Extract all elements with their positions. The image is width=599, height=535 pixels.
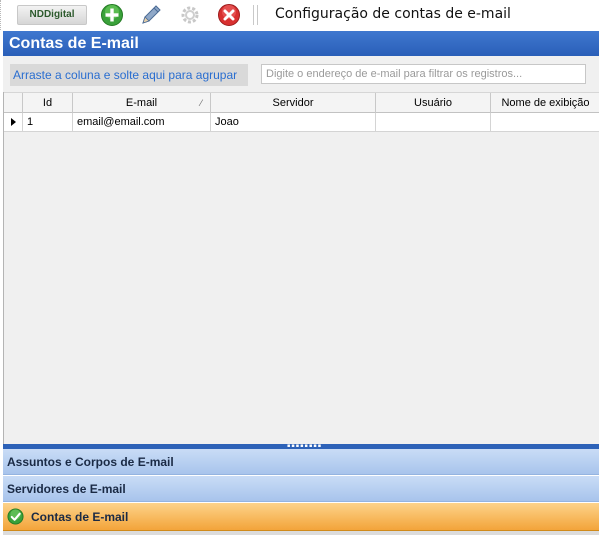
grid-header: Id E-mail ⁄ Servidor Usuário Nome de exi… <box>4 92 599 113</box>
column-header-servidor[interactable]: Servidor <box>211 93 376 113</box>
add-button[interactable] <box>100 3 124 27</box>
column-header-id[interactable]: Id <box>23 93 73 113</box>
splitter-grip-icon: ▪▪▪▪▪▪▪▪ <box>287 443 323 449</box>
group-filter-bar: Arraste a coluna e solte aqui para agrup… <box>3 56 599 92</box>
table-row[interactable]: 1 email@email.com Joao <box>4 113 599 132</box>
toolbar-separator <box>253 5 254 25</box>
cell-usuario[interactable] <box>376 113 491 131</box>
plus-circle-icon <box>101 4 123 26</box>
group-by-drop-area[interactable]: Arraste a coluna e solte aqui para agrup… <box>10 64 248 86</box>
current-row-indicator-icon <box>4 113 23 131</box>
pencil-icon <box>142 5 161 24</box>
close-circle-icon <box>218 4 240 26</box>
toolbar: NDDigital Configuração de contas de e-ma… <box>0 0 599 30</box>
sort-ascending-icon: ⁄ <box>200 98 202 108</box>
column-header-nome-exibicao[interactable]: Nome de exibição <box>491 93 599 113</box>
row-indicator-header <box>4 93 23 113</box>
nav-item-label: Contas de E-mail <box>31 510 129 524</box>
cell-email[interactable]: email@email.com <box>73 113 211 131</box>
settings-button[interactable] <box>178 3 202 27</box>
nav-item-label: Servidores de E-mail <box>7 482 126 496</box>
gear-icon <box>181 6 199 24</box>
nav-item-assuntos-corpos[interactable]: Assuntos e Corpos de E-mail <box>3 449 599 475</box>
page-title: Configuração de contas de e-mail <box>275 6 511 22</box>
toolbar-separator <box>257 5 258 25</box>
ndd-logo: NDDigital <box>17 5 87 25</box>
check-circle-icon <box>7 508 24 525</box>
column-header-email[interactable]: E-mail ⁄ <box>73 93 211 113</box>
column-header-email-label: E-mail <box>125 97 158 109</box>
nav-item-servidores[interactable]: Servidores de E-mail <box>3 476 599 502</box>
bottom-border <box>3 531 599 535</box>
cell-servidor[interactable]: Joao <box>211 113 376 131</box>
accounts-grid: Id E-mail ⁄ Servidor Usuário Nome de exi… <box>3 92 599 444</box>
nav-item-label: Assuntos e Corpos de E-mail <box>7 455 174 469</box>
column-header-usuario[interactable]: Usuário <box>376 93 491 113</box>
nav-item-contas[interactable]: Contas de E-mail <box>3 503 599 531</box>
edit-button[interactable] <box>139 3 163 27</box>
cell-id[interactable]: 1 <box>23 113 73 131</box>
delete-button[interactable] <box>217 3 241 27</box>
panel-title: Contas de E-mail <box>3 31 599 56</box>
cell-nome-exibicao[interactable] <box>491 113 599 131</box>
email-filter-input[interactable] <box>261 64 586 84</box>
